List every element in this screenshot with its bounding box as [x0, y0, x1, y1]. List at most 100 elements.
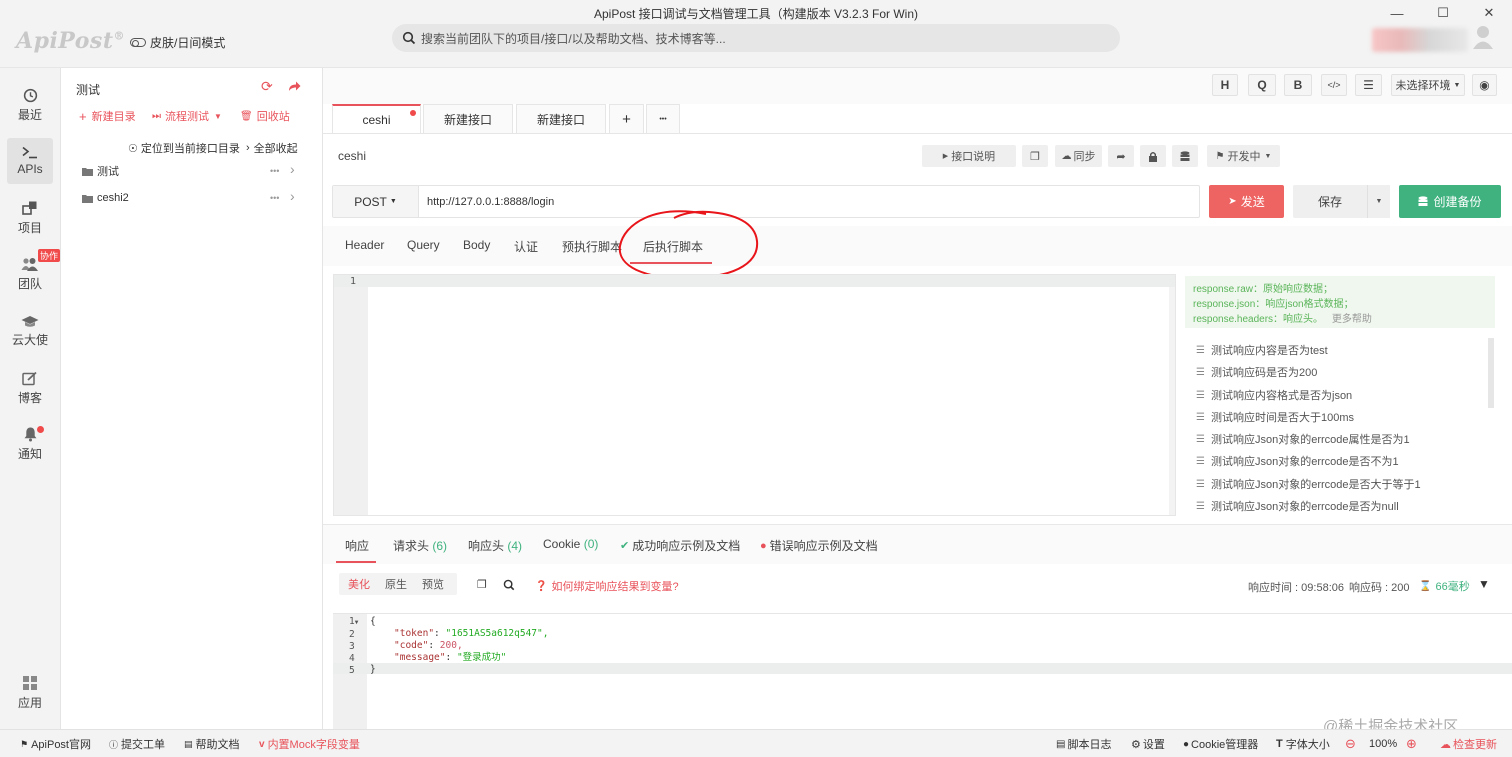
zoom-in-icon[interactable]: ⊕	[1406, 730, 1417, 757]
close-icon[interactable]: ✕	[1466, 0, 1512, 26]
status-select[interactable]: ⚑ 开发中 ▼	[1207, 145, 1280, 167]
database-button[interactable]	[1172, 145, 1198, 167]
share-icon[interactable]	[288, 80, 301, 92]
chevron-right-icon[interactable]: ›	[290, 188, 295, 204]
global-search-input[interactable]: 搜索当前团队下的项目/接口/以及帮助文档、技术博客等...	[392, 24, 1120, 52]
raw-button[interactable]: 原生	[385, 576, 407, 592]
fold-caret-icon[interactable]: ▼	[355, 619, 359, 626]
snippet-scrollbar[interactable]	[1488, 338, 1494, 408]
minimize-icon[interactable]: —	[1374, 0, 1420, 26]
snippet-item[interactable]: ☰ 测试响应Json对象的errcode属性是否为1	[1196, 431, 1410, 447]
question-icon: ⓘ	[109, 739, 119, 750]
nav-item-apps[interactable]: 应用	[7, 670, 53, 716]
send-button[interactable]: ➤ 发送	[1209, 185, 1284, 218]
zoom-out-icon[interactable]: ⊖	[1345, 730, 1356, 757]
tab-request-headers[interactable]: 请求头 (6)	[393, 537, 447, 554]
tab-cookie[interactable]: Cookie (0)	[543, 537, 598, 551]
save-dropdown-button[interactable]: ▼	[1367, 185, 1390, 218]
nav-item-recent[interactable]: 最近	[7, 82, 53, 128]
more-help-link[interactable]: 更多帮助	[1332, 314, 1372, 325]
maximize-icon[interactable]: ☐	[1420, 0, 1466, 26]
more-icon[interactable]: •••	[270, 166, 279, 176]
hourglass-icon: ⌛	[1419, 580, 1432, 592]
response-time: 响应时间 : 09:58:06	[1248, 582, 1344, 594]
bind-variable-link[interactable]: ❓ 如何绑定响应结果到变量?	[535, 578, 679, 594]
submit-ticket-link[interactable]: ⓘ 提交工单	[109, 730, 165, 757]
nav-item-ambassador[interactable]: 云大使	[7, 308, 53, 354]
settings-button[interactable]: ⚙ 设置	[1131, 730, 1165, 757]
mock-variables-link[interactable]: v 内置Mock字段变量	[259, 730, 360, 757]
tab-ceshi[interactable]: ceshi	[332, 104, 421, 133]
settings-sliders-button[interactable]: ☰	[1355, 74, 1382, 96]
tab-header[interactable]: Header	[345, 238, 384, 252]
line-number: 3	[349, 641, 355, 652]
code-button[interactable]: </>	[1321, 74, 1347, 96]
snippet-item[interactable]: ☰ 测试响应Json对象的errcode是否不为1	[1196, 453, 1399, 469]
sync-button[interactable]: ☁ 同步	[1055, 145, 1102, 167]
tab-new-api[interactable]: 新建接口	[516, 104, 606, 133]
official-site-link[interactable]: ⚑ ApiPost官网	[20, 730, 91, 757]
plus-icon: +	[79, 108, 87, 124]
response-body-editor[interactable]: 1▼ 2 3 4 5 { "token": "1651AS5a612q547",…	[333, 613, 1512, 735]
tree-folder-item[interactable]: ceshi2 ••• ›	[82, 188, 302, 205]
help-docs-link[interactable]: ▤ 帮助文档	[184, 730, 240, 757]
script-log-button[interactable]: ▤ 脚本日志	[1056, 730, 1111, 757]
tab-pre-script[interactable]: 预执行脚本	[562, 238, 622, 255]
environment-select[interactable]: 未选择环境 ▼	[1391, 74, 1465, 96]
tab-query[interactable]: Query	[407, 238, 440, 252]
copy-button[interactable]: ❐	[1022, 145, 1048, 167]
lock-button[interactable]	[1140, 145, 1166, 167]
snippet-item[interactable]: ☰ 测试响应Json对象的errcode是否大于等于1	[1196, 476, 1421, 492]
post-script-editor[interactable]: 1	[333, 274, 1176, 516]
recycle-bin-button[interactable]: 🗑 回收站	[240, 108, 290, 124]
nav-item-apis[interactable]: APIs	[7, 138, 53, 184]
eye-button[interactable]: ◉	[1472, 74, 1497, 96]
snippet-item[interactable]: ☰ 测试响应内容是否为test	[1196, 342, 1328, 358]
skin-mode-toggle[interactable]: 皮肤/日间模式	[130, 34, 225, 51]
flow-test-button[interactable]: ⏭ 流程测试 ▼	[152, 108, 222, 124]
nav-item-blog[interactable]: 博客	[7, 365, 53, 411]
save-button[interactable]: 保存	[1293, 185, 1367, 218]
snippet-item[interactable]: ☰ 测试响应内容格式是否为json	[1196, 387, 1352, 403]
avatar[interactable]	[1472, 24, 1494, 50]
tab-new-api[interactable]: 新建接口	[423, 104, 513, 133]
nav-item-project[interactable]: 项目	[7, 195, 53, 241]
tab-more-button[interactable]: •••	[646, 104, 680, 133]
locate-current-button[interactable]: ☉ 定位到当前接口目录	[128, 140, 240, 156]
bold-button[interactable]: B	[1284, 74, 1312, 96]
chevron-right-icon[interactable]: ›	[290, 161, 295, 177]
tree-folder-item[interactable]: 测试 ••• ›	[82, 161, 302, 178]
copy-icon[interactable]: ❐	[477, 578, 487, 591]
url-input[interactable]: http://127.0.0.1:8888/login	[427, 196, 554, 208]
api-doc-button[interactable]: ▶ 接口说明	[922, 145, 1016, 167]
tab-error-example[interactable]: ● 错误响应示例及文档	[760, 537, 878, 554]
pretty-button[interactable]: 美化	[348, 576, 370, 592]
nav-item-notice[interactable]: 通知	[7, 421, 53, 467]
share-button[interactable]: ➦	[1108, 145, 1134, 167]
preview-button[interactable]: 预览	[422, 576, 444, 592]
tab-body[interactable]: Body	[463, 238, 490, 252]
collapse-all-button[interactable]: › 全部收起	[246, 140, 298, 156]
create-backup-button[interactable]: 创建备份	[1399, 185, 1501, 218]
download-circle-icon[interactable]: ▼	[1478, 577, 1490, 591]
snippet-item[interactable]: ☰ 测试响应码是否为200	[1196, 364, 1317, 380]
snippet-item[interactable]: ☰ 测试响应时间是否大于100ms	[1196, 409, 1354, 425]
heading-button[interactable]: H	[1212, 74, 1238, 96]
method-select[interactable]: POST ▼	[333, 186, 419, 217]
refresh-icon[interactable]: ⟳	[261, 78, 273, 95]
editor-scrollbar[interactable]	[1169, 287, 1175, 515]
tab-success-example[interactable]: ✔ 成功响应示例及文档	[620, 537, 740, 554]
tab-auth[interactable]: 认证	[514, 238, 538, 255]
json-brace: }	[370, 664, 376, 675]
tab-response-headers[interactable]: 响应头 (4)	[468, 537, 522, 554]
update-label: 检查更新	[1453, 739, 1497, 751]
snippet-item[interactable]: ☰ 测试响应Json对象的errcode是否为null	[1196, 498, 1399, 514]
search-icon[interactable]	[503, 579, 515, 591]
more-icon[interactable]: •••	[270, 193, 279, 203]
check-update-button[interactable]: ☁ 检查更新	[1440, 730, 1497, 757]
add-tab-button[interactable]: +	[609, 104, 644, 133]
cookie-manager-button[interactable]: ● Cookie管理器	[1183, 730, 1258, 757]
tab-response[interactable]: 响应	[345, 537, 369, 554]
query-button[interactable]: Q	[1248, 74, 1276, 96]
new-directory-button[interactable]: + 新建目录	[79, 108, 136, 124]
